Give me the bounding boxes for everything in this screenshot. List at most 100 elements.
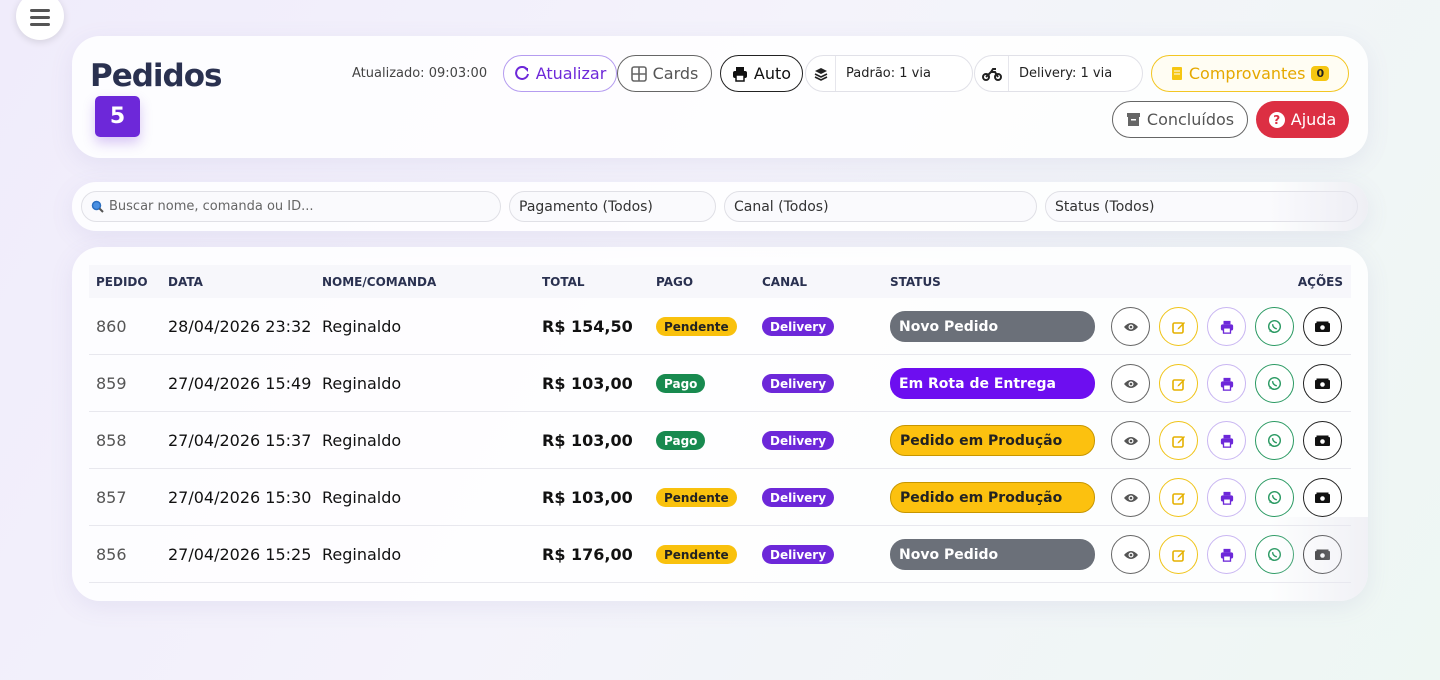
table-row[interactable]: 859 27/04/2026 15:49 Reginaldo R$ 103,00 Pag… [89, 355, 1351, 412]
payment-order-button[interactable] [1303, 421, 1342, 460]
cards-label: Cards [652, 64, 699, 83]
order-name: Reginaldo [322, 488, 402, 507]
table-row[interactable]: 858 27/04/2026 15:37 Reginaldo R$ 103,00 Pag… [89, 412, 1351, 469]
channel-filter-select[interactable]: Canal (Todos) [724, 191, 1037, 222]
order-status-select[interactable]: Em Rota de Entrega [890, 368, 1095, 399]
order-date: 27/04/2026 15:25 [168, 545, 312, 564]
col-total: TOTAL [542, 275, 585, 289]
edit-icon [1171, 321, 1185, 334]
view-order-button[interactable] [1111, 421, 1150, 460]
order-date: 28/04/2026 23:32 [168, 317, 312, 336]
completed-orders-button[interactable]: Concluídos [1112, 101, 1248, 138]
channel-badge: Delivery [762, 431, 835, 450]
table-row[interactable]: 860 28/04/2026 23:32 Reginaldo R$ 154,50 Pen… [89, 298, 1351, 355]
order-name: Reginaldo [322, 317, 402, 336]
grid-icon [630, 65, 647, 82]
search-placeholder: Buscar nome, comanda ou ID... [109, 199, 314, 214]
view-order-button[interactable] [1111, 364, 1150, 403]
receipts-button[interactable]: Comprovantes 0 [1151, 55, 1349, 92]
col-acoes: AÇÕES [1297, 275, 1343, 289]
whatsapp-order-button[interactable] [1255, 421, 1294, 460]
auto-label: Auto [753, 64, 792, 83]
payment-status-badge: Pendente [656, 488, 737, 507]
view-order-button[interactable] [1111, 307, 1150, 346]
view-order-button[interactable] [1111, 478, 1150, 517]
edit-icon [1171, 492, 1185, 505]
motorcycle-icon [981, 67, 1002, 81]
order-status-select[interactable]: Novo Pedido [890, 539, 1095, 570]
edit-order-button[interactable] [1159, 307, 1198, 346]
order-status-select[interactable]: Pedido em Produção [890, 482, 1095, 513]
cards-view-button[interactable]: Cards [617, 55, 712, 92]
help-label: Ajuda [1290, 110, 1337, 129]
view-order-button[interactable] [1111, 535, 1150, 574]
help-button[interactable]: ? Ajuda [1256, 101, 1349, 138]
receipts-label: Comprovantes [1188, 64, 1306, 83]
payment-order-button[interactable] [1303, 364, 1342, 403]
payment-filter-select[interactable]: Pagamento (Todos) [509, 191, 716, 222]
table-row[interactable]: 856 27/04/2026 15:25 Reginaldo R$ 176,00 Pen… [89, 526, 1351, 583]
whatsapp-order-button[interactable] [1255, 478, 1294, 517]
layers-icon [814, 67, 827, 81]
order-total: R$ 103,00 [542, 374, 633, 393]
order-id: 857 [96, 488, 127, 507]
whatsapp-icon [1267, 490, 1282, 505]
order-name: Reginaldo [322, 431, 402, 450]
channel-badge: Delivery [762, 488, 835, 507]
print-order-button[interactable] [1207, 364, 1246, 403]
order-status-select[interactable]: Novo Pedido [890, 311, 1095, 342]
edit-order-button[interactable] [1159, 364, 1198, 403]
col-canal: CANAL [762, 275, 808, 289]
order-date: 27/04/2026 15:30 [168, 488, 312, 507]
payment-order-button[interactable] [1303, 307, 1342, 346]
channel-badge: Delivery [762, 374, 835, 393]
order-id: 859 [96, 374, 127, 393]
print-order-button[interactable] [1207, 478, 1246, 517]
cash-icon [1315, 492, 1330, 503]
print-order-button[interactable] [1207, 421, 1246, 460]
payment-status-badge: Pendente [656, 545, 737, 564]
delivery-print-copies-select[interactable]: Delivery: 1 via [974, 55, 1143, 92]
cash-icon [1315, 321, 1330, 332]
order-id: 858 [96, 431, 127, 450]
print-order-button[interactable] [1207, 535, 1246, 574]
channel-badge: Delivery [762, 545, 835, 564]
refresh-label: Atualizar [535, 64, 607, 83]
printer-icon [1220, 434, 1233, 448]
edit-order-button[interactable] [1159, 478, 1198, 517]
order-id: 856 [96, 545, 127, 564]
whatsapp-order-button[interactable] [1255, 364, 1294, 403]
eye-icon [1123, 436, 1138, 445]
col-nome: NOME/COMANDA [322, 275, 437, 289]
printer-icon [1220, 377, 1233, 391]
payment-order-button[interactable] [1303, 478, 1342, 517]
page-title: Pedidos [90, 58, 223, 94]
auto-print-toggle[interactable]: Auto [720, 55, 803, 92]
order-status-select[interactable]: Pedido em Produção [890, 425, 1095, 456]
print-order-button[interactable] [1207, 307, 1246, 346]
order-date: 27/04/2026 15:49 [168, 374, 312, 393]
eye-icon [1123, 493, 1138, 502]
refresh-icon [514, 65, 529, 80]
whatsapp-icon [1267, 433, 1282, 448]
refresh-button[interactable]: Atualizar [503, 55, 617, 92]
order-date: 27/04/2026 15:37 [168, 431, 312, 450]
printer-icon [1220, 548, 1233, 562]
edit-order-button[interactable] [1159, 421, 1198, 460]
search-input[interactable]: Buscar nome, comanda ou ID... [81, 191, 501, 222]
menu-icon [30, 8, 50, 26]
default-print-copies-select[interactable]: Padrão: 1 via [805, 55, 973, 92]
whatsapp-order-button[interactable] [1255, 307, 1294, 346]
cash-icon [1315, 378, 1330, 389]
col-status: STATUS [890, 275, 941, 289]
edit-order-button[interactable] [1159, 535, 1198, 574]
completed-label: Concluídos [1146, 110, 1235, 129]
order-total: R$ 103,00 [542, 488, 633, 507]
table-row[interactable]: 857 27/04/2026 15:30 Reginaldo R$ 103,00 Pen… [89, 469, 1351, 526]
eye-icon [1123, 550, 1138, 559]
orders-table-panel: PEDIDO DATA NOME/COMANDA TOTAL PAGO CANA… [72, 247, 1368, 601]
order-total: R$ 154,50 [542, 317, 633, 336]
menu-button[interactable] [16, 0, 64, 40]
filter-bar: Buscar nome, comanda ou ID... Pagamento … [72, 182, 1368, 231]
channel-badge: Delivery [762, 317, 835, 336]
